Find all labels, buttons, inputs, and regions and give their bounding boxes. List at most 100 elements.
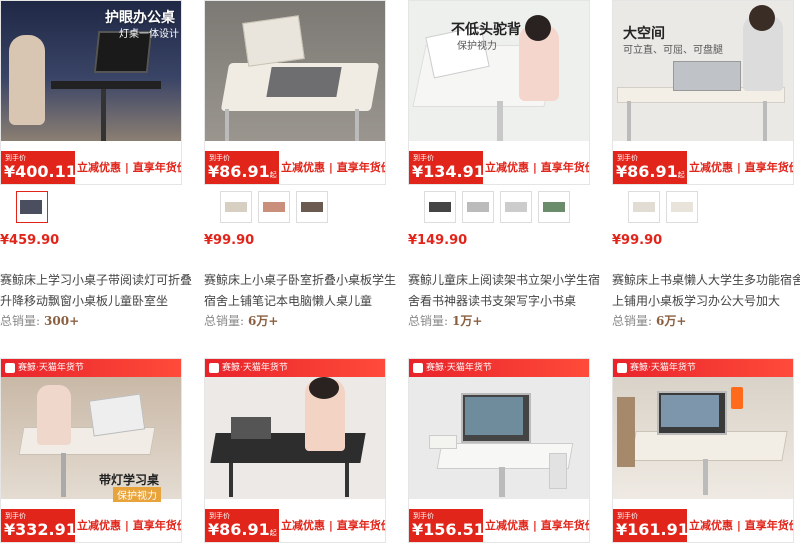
- promo-text: 立减优惠 | 直享年货价: [485, 160, 589, 176]
- tag-price: 161.91: [627, 520, 689, 539]
- price-tag: 到手价 ¥332.91起: [1, 509, 77, 542]
- product-photo: [613, 377, 793, 499]
- sales-count: 总销量: 6万+: [204, 312, 278, 329]
- promo-badge: 赛鲸·天猫年货节: [613, 359, 793, 377]
- promo-bar: 到手价 ¥86.91起 立减优惠 | 直享年货价: [205, 151, 385, 184]
- product-image[interactable]: 大空间 可立直、可屈、可盘腿 到手价 ¥86.91起 立减优惠 | 直享年货价: [612, 0, 794, 185]
- sales-value: 6万+: [656, 314, 687, 328]
- product-image[interactable]: 赛鲸·天猫年货节 到手价 ¥156.51起 立减优惠 | 直享年货价: [408, 358, 590, 543]
- sales-count: 总销量: 6万+: [612, 312, 686, 329]
- product-card[interactable]: 赛鲸·天猫年货节 带灯学习桌 保护视力 到手价 ¥332.91起 立减优惠 | …: [0, 358, 200, 543]
- thumbnail[interactable]: [220, 191, 252, 223]
- overlay-title: 大空间: [623, 26, 665, 42]
- tag-currency: ¥: [208, 162, 220, 181]
- promo-right: 直享年货价: [132, 519, 181, 532]
- tag-currency: ¥: [4, 162, 16, 181]
- promo-separator: |: [736, 161, 741, 174]
- thumbnail[interactable]: [296, 191, 328, 223]
- promo-left: 立减优惠: [281, 161, 325, 174]
- promo-bar: 到手价 ¥400.11起 立减优惠 | 直享年货价: [1, 151, 181, 184]
- promo-text: 立减优惠 | 直享年货价: [281, 160, 385, 176]
- promo-left: 立减优惠: [485, 519, 529, 532]
- tag-unit: 起: [269, 529, 277, 537]
- product-image[interactable]: 赛鲸·天猫年货节 到手价 ¥161.91起 立减优惠 | 直享年货价: [612, 358, 794, 543]
- sales-value: 6万+: [248, 314, 279, 328]
- price-tag: 到手价 ¥86.91起: [205, 509, 279, 542]
- tag-price: 134.91: [423, 162, 485, 181]
- sales-value: 300+: [44, 314, 80, 328]
- promo-right: 直享年货价: [336, 161, 385, 174]
- product-image[interactable]: 赛鲸·天猫年货节 带灯学习桌 保护视力 到手价 ¥332.91起 立减优惠 | …: [0, 358, 182, 543]
- promo-separator: |: [124, 161, 129, 174]
- thumbnail[interactable]: [538, 191, 570, 223]
- product-title[interactable]: 赛鲸儿童床上阅读架书立架小学生宿舍看书神器读书支架写字小书桌: [408, 270, 608, 312]
- promo-bar: 到手价 ¥161.91起 立减优惠 | 直享年货价: [613, 509, 793, 542]
- product-image[interactable]: 护眼办公桌 灯桌一体设计 到手价 ¥400.11起 立减优惠 | 直享年货价: [0, 0, 182, 185]
- thumbnail[interactable]: [16, 191, 48, 223]
- promo-text: 立减优惠 | 直享年货价: [689, 518, 793, 534]
- promo-separator: |: [124, 519, 129, 532]
- product-price: ¥99.90: [612, 233, 663, 248]
- store-logo-icon: [413, 362, 423, 373]
- product-card[interactable]: 赛鲸·天猫年货节 到手价 ¥86.91起 立减优惠 | 直享年货价: [204, 358, 404, 543]
- sales-value: 1万+: [452, 314, 483, 328]
- store-logo-icon: [5, 362, 15, 373]
- overlay-title: 带灯学习桌: [99, 473, 160, 487]
- promo-left: 立减优惠: [281, 519, 325, 532]
- product-photo: [409, 377, 589, 499]
- promo-badge: 赛鲸·天猫年货节: [205, 359, 385, 377]
- tag-currency: ¥: [412, 162, 424, 181]
- product-image[interactable]: 到手价 ¥86.91起 立减优惠 | 直享年货价: [204, 0, 386, 185]
- sales-label: 总销量:: [612, 314, 653, 328]
- badge-text: 赛鲸·天猫年货节: [426, 363, 492, 373]
- promo-separator: |: [328, 519, 333, 532]
- promo-right: 直享年货价: [540, 519, 589, 532]
- product-price: ¥149.90: [408, 233, 468, 248]
- overlay-subtitle: 保护视力: [113, 487, 161, 502]
- thumbnail[interactable]: [462, 191, 494, 223]
- product-card[interactable]: 大空间 可立直、可屈、可盘腿 到手价 ¥86.91起 立减优惠 | 直享年货价 …: [612, 0, 800, 328]
- overlay-subtitle: 保护视力: [457, 41, 497, 52]
- promo-separator: |: [532, 519, 537, 532]
- product-photo: [205, 1, 385, 141]
- thumbnail[interactable]: [424, 191, 456, 223]
- product-card[interactable]: 不低头驼背 保护视力 到手价 ¥134.91起 立减优惠 | 直享年货价 ¥14…: [408, 0, 608, 328]
- product-card[interactable]: 赛鲸·天猫年货节 到手价 ¥156.51起 立减优惠 | 直享年货价: [408, 358, 608, 543]
- promo-text: 立减优惠 | 直享年货价: [281, 518, 385, 534]
- thumbnail-list: [16, 191, 54, 225]
- product-title[interactable]: 赛鲸床上学习小桌子带阅读灯可折叠升降移动飘窗小桌板儿童卧室坐: [0, 270, 200, 312]
- price-tag: 到手价 ¥86.91起: [613, 151, 687, 184]
- thumbnail[interactable]: [258, 191, 290, 223]
- thumbnail[interactable]: [666, 191, 698, 223]
- tag-price: 86.91: [219, 162, 270, 181]
- tag-price: 332.91: [15, 520, 77, 539]
- price-tag: 到手价 ¥161.91起: [613, 509, 689, 542]
- price-tag: 到手价 ¥400.11起: [1, 151, 77, 184]
- badge-text: 赛鲸·天猫年货节: [630, 363, 696, 373]
- thumbnail[interactable]: [500, 191, 532, 223]
- product-card[interactable]: 护眼办公桌 灯桌一体设计 到手价 ¥400.11起 立减优惠 | 直享年货价 ¥…: [0, 0, 200, 328]
- product-card[interactable]: 赛鲸·天猫年货节 到手价 ¥161.91起 立减优惠 | 直享年货价: [612, 358, 800, 543]
- sales-count: 总销量: 300+: [0, 312, 79, 329]
- product-title[interactable]: 赛鲸床上小桌子卧室折叠小桌板学生宿舍上铺笔记本电脑懒人桌儿童: [204, 270, 404, 312]
- tag-price: 86.91: [219, 520, 270, 539]
- product-image[interactable]: 赛鲸·天猫年货节 到手价 ¥86.91起 立减优惠 | 直享年货价: [204, 358, 386, 543]
- product-card[interactable]: 到手价 ¥86.91起 立减优惠 | 直享年货价 ¥99.90 赛鲸床上小桌子卧…: [204, 0, 404, 328]
- product-price: ¥459.90: [0, 233, 60, 248]
- tag-price: 156.51: [423, 520, 485, 539]
- promo-text: 立减优惠 | 直享年货价: [77, 518, 181, 534]
- promo-left: 立减优惠: [485, 161, 529, 174]
- promo-badge: 赛鲸·天猫年货节: [409, 359, 589, 377]
- promo-bar: 到手价 ¥134.91起 立减优惠 | 直享年货价: [409, 151, 589, 184]
- promo-text: 立减优惠 | 直享年货价: [77, 160, 181, 176]
- product-photo: [205, 377, 385, 499]
- product-title[interactable]: 赛鲸床上书桌懒人大学生多功能宿舍上铺用小桌板学习办公大号加大: [612, 270, 800, 312]
- thumbnail[interactable]: [628, 191, 660, 223]
- tag-currency: ¥: [616, 162, 628, 181]
- badge-text: 赛鲸·天猫年货节: [222, 363, 288, 373]
- price-tag: 到手价 ¥134.91起: [409, 151, 485, 184]
- product-image[interactable]: 不低头驼背 保护视力 到手价 ¥134.91起 立减优惠 | 直享年货价: [408, 0, 590, 185]
- sales-label: 总销量:: [408, 314, 449, 328]
- tag-price: 400.11: [15, 162, 77, 181]
- overlay-title: 不低头驼背: [451, 22, 521, 38]
